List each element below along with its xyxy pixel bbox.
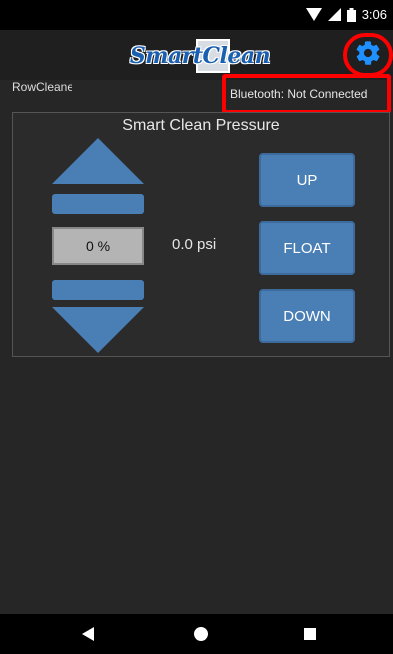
down-button[interactable]: DOWN: [259, 289, 355, 343]
smartclean-logo: SmartClean: [130, 36, 271, 76]
settings-gear-icon: [354, 39, 382, 72]
app-name-label: RowCleanerApp: [12, 82, 72, 94]
app-bar: SmartClean: [0, 30, 393, 80]
logo-text: SmartClean: [129, 43, 271, 69]
float-button[interactable]: FLOAT: [259, 221, 355, 275]
nav-home-icon[interactable]: [194, 627, 208, 641]
settings-button[interactable]: [343, 33, 393, 77]
status-bar: 3:06: [0, 0, 393, 30]
percent-display: 0 %: [52, 227, 144, 265]
navigation-bar: [0, 614, 393, 654]
panel-title: Smart Clean Pressure: [122, 117, 280, 134]
signal-icon: [327, 8, 341, 21]
pressure-readout: 0.0 psi: [172, 236, 217, 253]
decrease-bar-button[interactable]: [52, 280, 144, 300]
up-button[interactable]: UP: [259, 153, 355, 207]
nav-back-icon[interactable]: [82, 627, 94, 641]
increase-bar-button[interactable]: [52, 194, 144, 214]
wifi-icon: [305, 8, 322, 21]
bluetooth-status[interactable]: Bluetooth: Not Connected: [230, 87, 367, 101]
status-time: 3:06: [361, 7, 387, 22]
nav-recent-icon[interactable]: [304, 628, 316, 640]
arrow-down-icon[interactable]: [52, 307, 144, 353]
battery-icon: [346, 7, 356, 22]
arrow-up-icon[interactable]: [52, 138, 144, 184]
